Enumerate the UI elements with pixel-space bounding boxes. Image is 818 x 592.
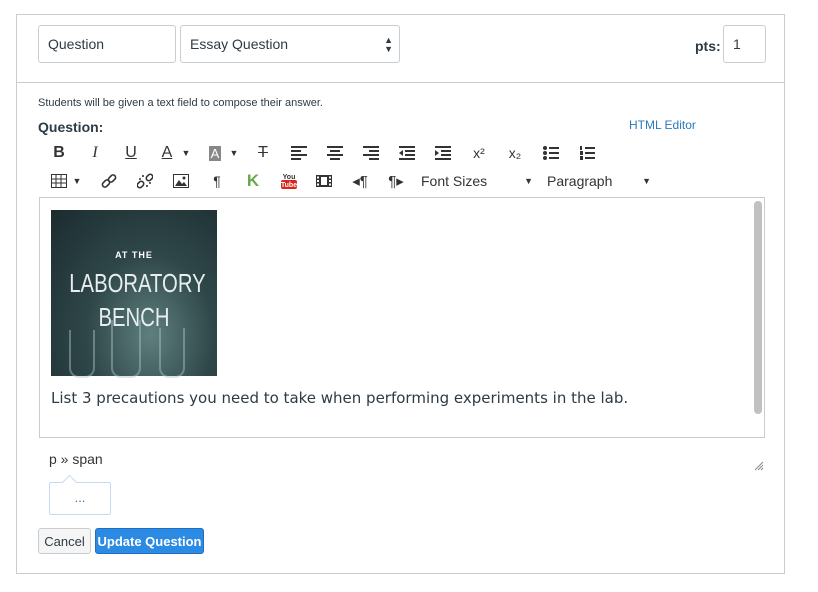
rtl-icon[interactable]: ¶▸ <box>386 170 406 192</box>
html-editor-link[interactable]: HTML Editor <box>629 118 696 132</box>
align-center-icon[interactable] <box>325 142 345 164</box>
background-color-icon[interactable]: A <box>208 145 222 161</box>
cancel-button[interactable]: Cancel <box>38 528 91 554</box>
svg-text:You: You <box>283 174 296 181</box>
media-icon[interactable] <box>314 170 334 192</box>
chevron-down-icon: ▼ <box>524 176 533 186</box>
select-arrows-icon: ▲ ▼ <box>384 35 393 54</box>
text-color-icon[interactable]: A <box>156 142 178 164</box>
chevron-down-icon[interactable]: ▼ <box>71 170 83 192</box>
image-caption-line2: LABORATORY <box>69 268 206 298</box>
align-right-icon[interactable] <box>361 142 381 164</box>
subscript-icon[interactable]: x₂ <box>504 142 526 164</box>
element-path: p » span <box>49 451 103 467</box>
resize-handle-icon[interactable] <box>754 461 764 474</box>
superscript-icon[interactable]: x² <box>468 142 490 164</box>
italic-icon[interactable]: I <box>84 142 106 164</box>
indent-icon[interactable] <box>433 142 453 164</box>
clear-formatting-icon[interactable]: T <box>252 142 274 164</box>
chevron-down-icon[interactable]: ▼ <box>228 142 240 164</box>
editor-scrollbar[interactable] <box>754 201 762 414</box>
editor-body-text: List 3 precautions you need to take when… <box>51 389 629 407</box>
question-name-input[interactable]: Question <box>38 25 176 63</box>
question-form: Question Essay Question ▲ ▼ pts: 1 Studen… <box>16 14 785 574</box>
bullet-list-icon[interactable] <box>541 142 561 164</box>
numbered-list-icon[interactable] <box>577 142 597 164</box>
question-hint: Students will be given a text field to c… <box>38 97 323 109</box>
chevron-down-icon: ▼ <box>642 176 651 186</box>
bold-icon[interactable]: B <box>48 142 70 164</box>
test-tube-graphic <box>159 328 185 378</box>
underline-icon[interactable]: U <box>120 142 142 164</box>
question-header: Question Essay Question ▲ ▼ pts: 1 <box>17 15 784 83</box>
font-sizes-label: Font Sizes <box>421 173 488 189</box>
format-dropdown[interactable]: Paragraph ▼ <box>547 170 651 192</box>
lab-bench-image[interactable]: AT THE LABORATORY BENCH <box>51 210 217 378</box>
image-icon[interactable] <box>171 170 191 192</box>
unlink-icon[interactable] <box>135 170 155 192</box>
kaltura-icon[interactable]: K <box>243 170 263 192</box>
question-label: Question: <box>38 119 104 135</box>
ltr-icon[interactable]: ◂¶ <box>350 170 370 192</box>
points-input[interactable]: 1 <box>723 25 766 63</box>
youtube-icon[interactable]: You Tube <box>279 170 299 192</box>
outdent-icon[interactable] <box>397 142 417 164</box>
question-type-value: Essay Question <box>190 36 289 52</box>
paragraph-icon[interactable]: ¶ <box>207 170 227 192</box>
image-caption-line3: BENCH <box>98 302 170 332</box>
font-sizes-dropdown[interactable]: Font Sizes ▼ <box>421 170 533 192</box>
image-caption-line1: AT THE <box>115 250 153 260</box>
table-icon[interactable] <box>49 170 69 192</box>
more-options-button[interactable]: ... <box>49 482 111 515</box>
test-tube-graphic <box>69 330 95 378</box>
question-type-select[interactable]: Essay Question ▲ ▼ <box>180 25 400 63</box>
rich-text-editor[interactable]: AT THE LABORATORY BENCH List 3 precautio… <box>39 197 765 438</box>
points-label: pts: <box>695 38 721 54</box>
update-question-button[interactable]: Update Question <box>95 528 204 554</box>
chevron-down-icon[interactable]: ▼ <box>180 142 192 164</box>
format-label: Paragraph <box>547 173 613 189</box>
svg-text:Tube: Tube <box>281 182 297 189</box>
link-icon[interactable] <box>99 170 119 192</box>
align-left-icon[interactable] <box>289 142 309 164</box>
